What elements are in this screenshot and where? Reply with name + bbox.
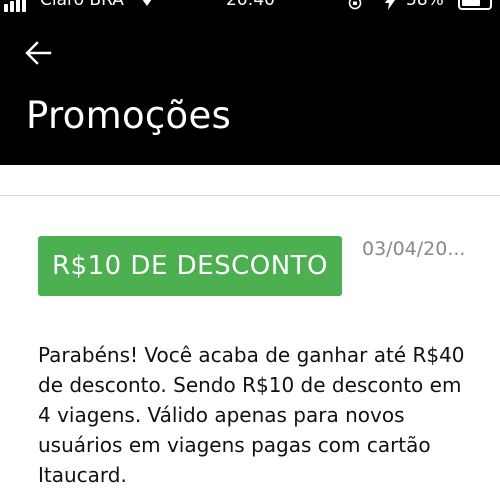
rotation-lock-icon	[348, 0, 362, 10]
page-title: Promoções	[26, 94, 232, 137]
signal-strength-icon	[4, 0, 34, 12]
promo-description: Parabéns! Você acaba de ganhar até R$40 …	[38, 343, 465, 487]
promo-badge: R$10 DE DESCONTO	[38, 236, 342, 296]
wifi-icon	[142, 0, 152, 6]
back-button[interactable]	[22, 36, 56, 70]
charging-bolt-icon	[385, 0, 395, 10]
status-right-group: 58%	[346, 0, 496, 14]
app-header: Claro BRA 20:40 58% Promoções	[0, 0, 500, 165]
status-time: 20:40	[226, 0, 275, 10]
arrow-left-icon	[25, 41, 52, 65]
promo-card: R$10 DE DESCONTO 03/04/20... Parabéns! V…	[0, 196, 500, 500]
battery-percent: 58%	[406, 0, 444, 10]
status-bar: Claro BRA 20:40 58%	[0, 0, 500, 14]
battery-icon	[458, 0, 492, 10]
promo-date: 03/04/20...	[362, 238, 466, 260]
carrier-name: Claro BRA	[40, 0, 124, 10]
